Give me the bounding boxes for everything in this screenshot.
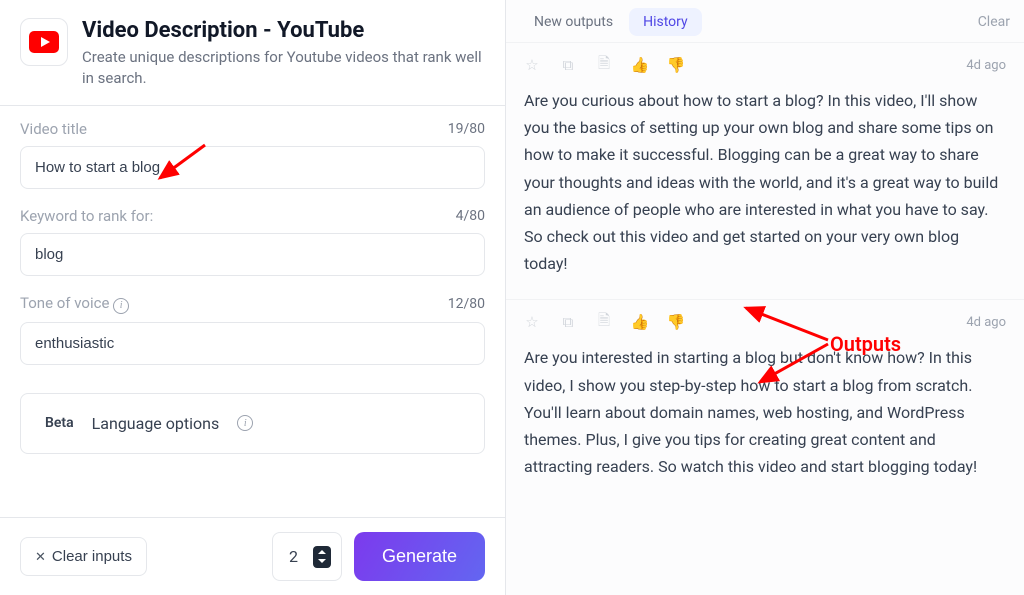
language-options-card[interactable]: Beta Language options i	[20, 393, 485, 454]
info-icon[interactable]: i	[113, 298, 129, 314]
star-icon[interactable]: ☆	[524, 57, 540, 73]
video-title-input[interactable]	[20, 146, 485, 189]
clear-inputs-label: Clear inputs	[52, 548, 132, 565]
info-icon[interactable]: i	[237, 415, 253, 431]
language-options-label: Language options	[92, 414, 220, 433]
delete-icon[interactable]: 🗎	[596, 314, 612, 330]
field-tone: Tone of voice i 12/80	[20, 294, 485, 365]
output-count-input[interactable]: 2	[272, 532, 342, 581]
output-card[interactable]: ☆ ⧉ 🗎 👍 👎 4d ago Are you interested in s…	[506, 299, 1024, 502]
field-keyword: Keyword to rank for: 4/80	[20, 207, 485, 276]
tab-history[interactable]: History	[629, 8, 702, 36]
thumbs-down-icon[interactable]: 👎	[668, 57, 684, 73]
tone-input[interactable]	[20, 322, 485, 365]
chevron-down-icon[interactable]	[318, 559, 326, 563]
output-timestamp: 4d ago	[966, 315, 1006, 330]
tab-new-outputs[interactable]: New outputs	[520, 8, 627, 36]
action-bar: ✕ Clear inputs 2 Generate	[0, 517, 505, 595]
output-text: Are you curious about how to start a blo…	[524, 87, 1006, 277]
page-subtitle: Create unique descriptions for Youtube v…	[82, 47, 485, 89]
output-timestamp: 4d ago	[966, 58, 1006, 73]
template-header: Video Description - YouTube Create uniqu…	[0, 0, 505, 106]
copy-icon[interactable]: ⧉	[560, 57, 576, 73]
generate-label: Generate	[382, 546, 457, 566]
x-icon: ✕	[35, 549, 46, 565]
tone-label-text: Tone of voice	[20, 294, 109, 312]
header-text: Video Description - YouTube Create uniqu…	[82, 18, 485, 89]
field-video-title: Video title 19/80	[20, 120, 485, 189]
tone-label: Tone of voice i	[20, 294, 129, 314]
thumbs-up-icon[interactable]: 👍	[632, 314, 648, 330]
chevron-up-icon[interactable]	[318, 550, 326, 554]
thumbs-down-icon[interactable]: 👎	[668, 314, 684, 330]
delete-icon[interactable]: 🗎	[596, 57, 612, 73]
output-text: Are you interested in starting a blog bu…	[524, 344, 1006, 480]
page-title: Video Description - YouTube	[82, 18, 485, 43]
keyword-count: 4/80	[456, 208, 485, 224]
clear-outputs-button[interactable]: Clear	[978, 14, 1010, 30]
thumbs-up-icon[interactable]: 👍	[632, 57, 648, 73]
copy-icon[interactable]: ⧉	[560, 314, 576, 330]
generate-button[interactable]: Generate	[354, 532, 485, 581]
left-panel: Video Description - YouTube Create uniqu…	[0, 0, 506, 595]
form-area: Video title 19/80 Keyword to rank for: 4…	[0, 106, 505, 517]
output-count-value: 2	[289, 547, 313, 566]
keyword-input[interactable]	[20, 233, 485, 276]
video-title-count: 19/80	[448, 121, 485, 137]
keyword-label: Keyword to rank for:	[20, 207, 153, 225]
youtube-app-icon	[20, 18, 68, 66]
tabs-bar: New outputs History Clear	[506, 0, 1024, 42]
tone-count: 12/80	[448, 296, 485, 312]
output-actions: ☆ ⧉ 🗎 👍 👎	[524, 314, 684, 330]
star-icon[interactable]: ☆	[524, 314, 540, 330]
count-stepper[interactable]	[313, 546, 331, 568]
output-card[interactable]: ☆ ⧉ 🗎 👍 👎 4d ago Are you curious about h…	[506, 42, 1024, 299]
beta-badge: Beta	[45, 415, 74, 431]
clear-inputs-button[interactable]: ✕ Clear inputs	[20, 537, 147, 576]
output-actions: ☆ ⧉ 🗎 👍 👎	[524, 57, 684, 73]
youtube-icon	[29, 31, 59, 53]
right-panel: New outputs History Clear ☆ ⧉ 🗎 👍 👎 4d a…	[506, 0, 1024, 595]
video-title-label: Video title	[20, 120, 87, 138]
